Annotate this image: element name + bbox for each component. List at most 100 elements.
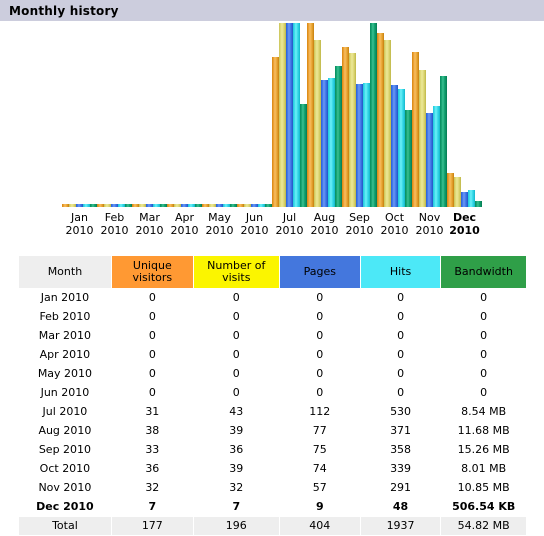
cell-hits: 48 — [360, 498, 441, 516]
cell-hits: 0 — [360, 384, 441, 402]
cell-month: Nov 2010 — [19, 479, 111, 497]
column-header-pages-label: Pages — [303, 265, 336, 278]
cell-hits: 358 — [360, 441, 441, 459]
chart-bar-visitors — [412, 52, 419, 207]
chart-bar-visits — [279, 23, 286, 207]
cell-unique-visitors: 7 — [111, 498, 193, 516]
chart-bar-visits — [104, 204, 111, 207]
chart-plot-area: Jan 2010 Feb 2010 Mar 2010 Apr 2010 May 2010 Jun 20… — [62, 23, 482, 237]
table-row: Mar 2010 0 0 0 0 0 — [19, 327, 526, 345]
chart-bar-visits — [454, 177, 461, 207]
chart-xaxis-label-month: Feb — [104, 211, 125, 224]
chart-month-group — [412, 23, 447, 207]
chart-bar-visitors — [132, 204, 139, 207]
chart-xaxis-label-year: 2010 — [310, 224, 339, 237]
chart-bar-visits — [69, 204, 76, 207]
chart-bar-visitors — [307, 23, 314, 207]
cell-unique-visitors: 33 — [111, 441, 193, 459]
chart-xaxis-label: Sep 2010 — [342, 211, 378, 237]
chart-bar-visitors — [97, 204, 104, 207]
chart-xaxis-label-month: Jul — [282, 211, 297, 224]
column-header-hits-label: Hits — [389, 265, 412, 278]
chart-bar-pages — [356, 84, 363, 207]
cell-pages: 0 — [279, 289, 360, 307]
chart-bar-bandwidth — [265, 204, 272, 207]
chart-month-group — [237, 23, 272, 207]
chart-bar-pages — [181, 204, 188, 207]
cell-bandwidth: 8.54 MB — [441, 403, 526, 421]
chart-bar-pages — [76, 204, 83, 207]
chart-bar-bandwidth — [440, 76, 447, 207]
chart-xaxis-label: Apr 2010 — [167, 211, 203, 237]
chart-bar-bandwidth — [160, 204, 167, 207]
chart-month-group — [62, 23, 97, 207]
chart-month-group — [167, 23, 202, 207]
total-cell-number-of-visits: 196 — [193, 517, 279, 535]
chart-bar-visitors — [62, 204, 69, 207]
table-row: Feb 2010 0 0 0 0 0 — [19, 308, 526, 326]
cell-pages: 0 — [279, 346, 360, 364]
cell-number-of-visits: 36 — [193, 441, 279, 459]
monthly-history-chart: Jan 2010 Feb 2010 Mar 2010 Apr 2010 May 2010 Jun 20… — [0, 23, 544, 245]
chart-xaxis-label-month: Oct — [384, 211, 405, 224]
chart-bar-hits — [118, 204, 125, 207]
chart-xaxis-label: Jan 2010 — [62, 211, 98, 237]
total-cell-bandwidth: 54.82 MB — [441, 517, 526, 535]
cell-unique-visitors: 0 — [111, 346, 193, 364]
chart-xaxis-label-month: May — [208, 211, 231, 224]
cell-unique-visitors: 31 — [111, 403, 193, 421]
cell-month: Jul 2010 — [19, 403, 111, 421]
cell-month: Apr 2010 — [19, 346, 111, 364]
cell-unique-visitors: 0 — [111, 308, 193, 326]
cell-hits: 371 — [360, 422, 441, 440]
cell-number-of-visits: 39 — [193, 422, 279, 440]
cell-month: Oct 2010 — [19, 460, 111, 478]
chart-xaxis-label-year: 2010 — [135, 224, 164, 237]
table-row: Aug 2010 38 39 77 371 11.68 MB — [19, 422, 526, 440]
cell-hits: 339 — [360, 460, 441, 478]
cell-bandwidth: 0 — [441, 346, 526, 364]
table-row: Jul 2010 31 43 112 530 8.54 MB — [19, 403, 526, 421]
cell-bandwidth: 0 — [441, 308, 526, 326]
chart-xaxis-label-year: 2010 — [100, 224, 129, 237]
chart-bar-bandwidth — [335, 66, 342, 207]
column-header-unique-visitors-line2: visitors — [132, 271, 173, 284]
chart-bar-visits — [314, 40, 321, 207]
cell-month: May 2010 — [19, 365, 111, 383]
chart-bar-visitors — [342, 47, 349, 207]
chart-bar-pages — [216, 204, 223, 207]
chart-xaxis-label: Jun 2010 — [237, 211, 273, 237]
chart-xaxis-label: May 2010 — [202, 211, 238, 237]
total-cell-hits: 1937 — [360, 517, 441, 535]
chart-bar-visitors — [202, 204, 209, 207]
chart-xaxis-label-year: 2010 — [380, 224, 409, 237]
chart-xaxis-label: Mar 2010 — [132, 211, 168, 237]
cell-bandwidth: 0 — [441, 365, 526, 383]
table-row: Nov 2010 32 32 57 291 10.85 MB — [19, 479, 526, 497]
chart-month-group — [342, 23, 377, 207]
column-header-month: Month — [19, 256, 111, 288]
chart-xaxis-label-month: Dec — [452, 211, 477, 224]
chart-bar-visitors — [377, 33, 384, 207]
chart-xaxis-label-month: Aug — [313, 211, 336, 224]
cell-unique-visitors: 0 — [111, 365, 193, 383]
chart-xaxis-label: Dec 2010 — [447, 211, 483, 237]
table-body: Jan 2010 0 0 0 0 0 Feb 2010 0 0 0 0 0 Mar 2010 0 0 0 0 0 A… — [19, 289, 526, 535]
cell-number-of-visits: 7 — [193, 498, 279, 516]
chart-xaxis-label-month: Apr — [174, 211, 195, 224]
cell-pages: 77 — [279, 422, 360, 440]
cell-pages: 0 — [279, 365, 360, 383]
cell-month: Aug 2010 — [19, 422, 111, 440]
cell-hits: 0 — [360, 289, 441, 307]
cell-number-of-visits: 43 — [193, 403, 279, 421]
cell-pages: 0 — [279, 308, 360, 326]
cell-unique-visitors: 36 — [111, 460, 193, 478]
cell-month: Sep 2010 — [19, 441, 111, 459]
chart-bar-visitors — [237, 204, 244, 207]
cell-hits: 291 — [360, 479, 441, 497]
chart-bar-hits — [258, 204, 265, 207]
chart-month-group — [447, 23, 482, 207]
total-cell-month: Total — [19, 517, 111, 535]
cell-unique-visitors: 38 — [111, 422, 193, 440]
chart-bar-hits — [433, 106, 440, 207]
